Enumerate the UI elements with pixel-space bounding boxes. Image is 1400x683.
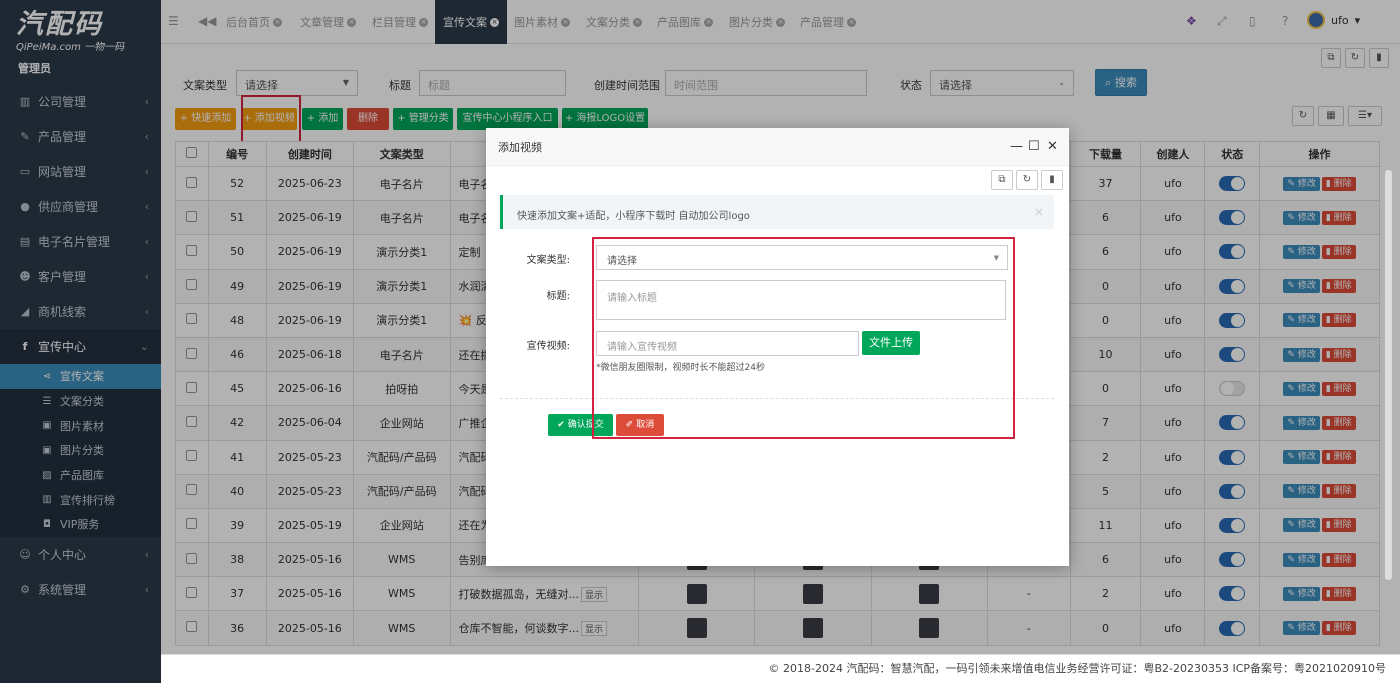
dialog-header: 添加视频 — ☐ ✕ <box>486 128 1069 166</box>
footer: © 2018-2024 汽配码：智慧汽配，一码引领未来增值电信业务经营许可证：粤… <box>161 654 1400 683</box>
type-label: 文案类型: <box>526 255 570 266</box>
add-video-dialog: 添加视频 — ☐ ✕ ⧉ ↻ ▮ 快速添加文案+适配，小程序下载时 自动加公司l… <box>486 128 1069 566</box>
dialog-tools: ⧉ ↻ ▮ <box>991 170 1063 190</box>
dialog-title: 添加视频 <box>498 140 542 154</box>
scrollbar[interactable] <box>1385 170 1392 580</box>
maximize-icon[interactable]: ☐ <box>1028 139 1040 154</box>
info-alert: 快速添加文案+适配，小程序下载时 自动加公司logo × <box>500 195 1054 229</box>
check-icon: ✔ <box>557 420 568 430</box>
video-label: 宣传视频: <box>526 341 570 352</box>
minimize-icon[interactable]: — <box>1010 139 1023 154</box>
close-icon[interactable]: ✕ <box>1047 139 1058 154</box>
highlight-frame <box>592 237 1015 439</box>
title-label: 标题: <box>546 291 570 302</box>
copy-icon[interactable]: ⧉ <box>991 170 1013 190</box>
trash-icon[interactable]: ▮ <box>1041 170 1063 190</box>
refresh-icon[interactable]: ↻ <box>1016 170 1038 190</box>
close-icon[interactable]: × <box>1034 205 1044 219</box>
